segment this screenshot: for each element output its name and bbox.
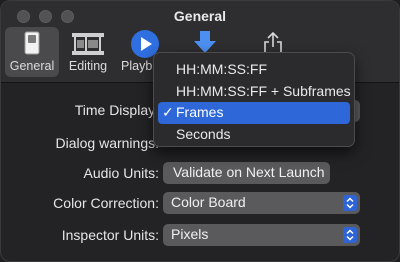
- audio-units-label: Audio Units:: [83, 165, 159, 181]
- chevron-updown-icon: [343, 195, 357, 211]
- toggle-switch-icon: [24, 31, 40, 55]
- tab-editing[interactable]: Editing: [64, 27, 112, 77]
- menu-item-label: Seconds: [176, 126, 231, 142]
- window-title: General: [173, 8, 227, 24]
- color-correction-select[interactable]: Color Board: [163, 192, 360, 214]
- menu-item-hhmmssff-subframes[interactable]: HH:MM:SS:FF + Subframes: [158, 81, 351, 103]
- menu-item-label: HH:MM:SS:FF: [176, 61, 267, 77]
- menu-item-hhmmssff[interactable]: HH:MM:SS:FF: [158, 59, 350, 81]
- time-display-dropdown-menu: HH:MM:SS:FF HH:MM:SS:FF + Subframes ✓ Fr…: [153, 52, 355, 147]
- inspector-units-label: Inspector Units:: [61, 227, 159, 243]
- menu-item-label: HH:MM:SS:FF + Subframes: [176, 83, 351, 99]
- checkmark-icon: ✓: [162, 104, 174, 120]
- film-strip-icon: [72, 33, 104, 55]
- chevron-updown-icon: [343, 227, 357, 243]
- color-correction-value: Color Board: [171, 194, 246, 210]
- color-correction-label: Color Correction:: [53, 195, 159, 211]
- tab-general[interactable]: General: [5, 27, 59, 77]
- menu-item-frames[interactable]: ✓ Frames: [158, 102, 350, 124]
- preferences-window: General General Editing Playb Time Displ…: [0, 0, 400, 262]
- tab-editing-label: Editing: [68, 59, 108, 73]
- inspector-units-value: Pixels: [171, 226, 209, 242]
- time-display-label: Time Display:: [74, 102, 159, 118]
- dialog-warnings-label: Dialog warnings:: [55, 135, 160, 151]
- inspector-units-select[interactable]: Pixels: [163, 224, 360, 246]
- tab-general-label: General: [9, 59, 55, 73]
- menu-item-seconds[interactable]: Seconds: [158, 124, 350, 146]
- menu-item-label: Frames: [176, 104, 224, 120]
- validate-audio-units-button[interactable]: Validate on Next Launch: [163, 162, 330, 184]
